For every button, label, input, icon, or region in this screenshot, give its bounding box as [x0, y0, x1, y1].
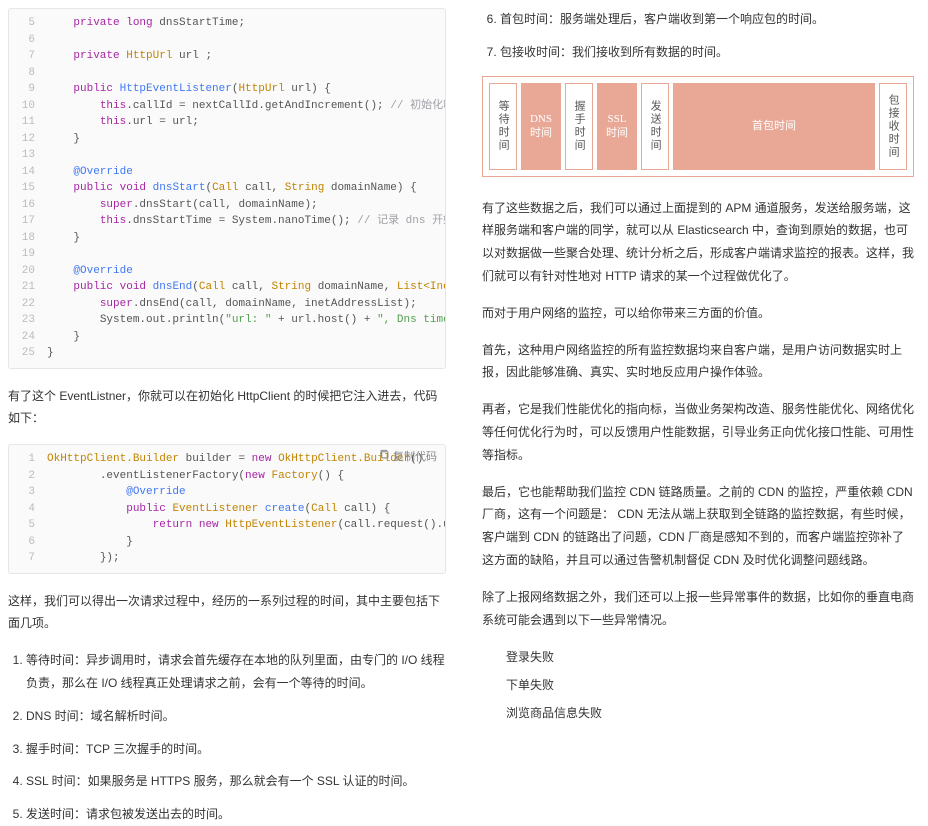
list-item: 等待时间：异步调用时，请求会首先缓存在本地的队列里面，由专门的 I/O 线程负责… [26, 649, 446, 695]
list-item: 握手时间：TCP 三次握手的时间。 [26, 738, 446, 761]
paragraph-between-codes: 有了这个 EventListner，你就可以在初始化 HttpClient 的时… [8, 385, 446, 431]
code-line: 1OkHttpClient.Builder builder = new OkHt… [13, 451, 435, 468]
timing-list-right-top: 首包时间：服务端处理后，客户端收到第一个响应包的时间。包接收时间：我们接收到所有… [482, 8, 914, 64]
copy-code-button[interactable]: 复制代码 [379, 449, 437, 467]
copy-icon [379, 449, 390, 467]
code-block-1: 5 private long dnsStartTime;67 private H… [8, 8, 446, 369]
code-line: 11 this.url = url; [13, 114, 435, 131]
code-line: 6 [13, 32, 435, 49]
code-line: 4 public EventListener create(Call call)… [13, 501, 435, 518]
list-item: 包接收时间：我们接收到所有数据的时间。 [500, 41, 914, 64]
code-line: 19 [13, 246, 435, 263]
code-line: 18 } [13, 230, 435, 247]
diagram-cell: 包接收时间 [879, 83, 907, 170]
diagram-cell: DNS时间 [521, 83, 561, 170]
paragraph: 最后，它也能帮助我们监控 CDN 链路质量。之前的 CDN 的监控，严重依赖 C… [482, 481, 914, 572]
list-item: 首包时间：服务端处理后，客户端收到第一个响应包的时间。 [500, 8, 914, 31]
paragraph: 有了这些数据之后，我们可以通过上面提到的 APM 通道服务，发送给服务端，这样服… [482, 197, 914, 288]
paragraph: 首先，这种用户网络监控的所有监控数据均来自客户端，是用户访问数据实时上报，因此能… [482, 339, 914, 385]
paragraph: 而对于用户网络的监控，可以给你带来三方面的价值。 [482, 302, 914, 325]
list-item: 登录失败 [506, 645, 914, 669]
code-line: 25} [13, 345, 435, 362]
code-line: 5 private long dnsStartTime; [13, 15, 435, 32]
diagram-cell: SSL时间 [597, 83, 637, 170]
diagram-cell: 发送时间 [641, 83, 669, 170]
code-block-2: 复制代码 1OkHttpClient.Builder builder = new… [8, 444, 446, 574]
paragraph: 除了上报网络数据之外，我们还可以上报一些异常事件的数据，比如你的垂直电商系统可能… [482, 586, 914, 632]
code-line: 5 return new HttpEventListener(call.requ… [13, 517, 435, 534]
code-line: 21 public void dnsEnd(Call call, String … [13, 279, 435, 296]
code-line: 17 this.dnsStartTime = System.nanoTime()… [13, 213, 435, 230]
list-item: 下单失败 [506, 673, 914, 697]
code-line: 10 this.callId = nextCallId.getAndIncrem… [13, 98, 435, 115]
timing-list-left: 等待时间：异步调用时，请求会首先缓存在本地的队列里面，由专门的 I/O 线程负责… [8, 649, 446, 826]
code-line: 7 private HttpUrl url ; [13, 48, 435, 65]
right-column: 首包时间：服务端处理后，客户端收到第一个响应包的时间。包接收时间：我们接收到所有… [464, 0, 928, 665]
diagram-cell: 首包时间 [673, 83, 875, 170]
code-line: 2 .eventListenerFactory(new Factory() { [13, 468, 435, 485]
list-item: 发送时间：请求包被发送出去的时间。 [26, 803, 446, 826]
code-line: 24 } [13, 329, 435, 346]
error-events-list: 登录失败下单失败浏览商品信息失败 [482, 645, 914, 725]
code-line: 23 System.out.println("url: " + url.host… [13, 312, 435, 329]
code-line: 8 [13, 65, 435, 82]
list-item: SSL 时间：如果服务是 HTTPS 服务，那么就会有一个 SSL 认证的时间。 [26, 770, 446, 793]
code-line: 22 super.dnsEnd(call, domainName, inetAd… [13, 296, 435, 313]
timing-diagram: 等待时间DNS时间握手时间SSL时间发送时间首包时间包接收时间 [482, 76, 914, 177]
code-line: 12 } [13, 131, 435, 148]
code-line: 3 @Override [13, 484, 435, 501]
code-line: 15 public void dnsStart(Call call, Strin… [13, 180, 435, 197]
code-line: 7 }); [13, 550, 435, 567]
copy-code-label: 复制代码 [393, 450, 437, 467]
diagram-cell: 等待时间 [489, 83, 517, 170]
code-line: 9 public HttpEventListener(HttpUrl url) … [13, 81, 435, 98]
list-item: 浏览商品信息失败 [506, 701, 914, 725]
left-column: 5 private long dnsStartTime;67 private H… [0, 0, 464, 665]
code-line: 16 super.dnsStart(call, domainName); [13, 197, 435, 214]
code-line: 13 [13, 147, 435, 164]
code-line: 6 } [13, 534, 435, 551]
paragraph-after-code2: 这样，我们可以得出一次请求过程中，经历的一系列过程的时间，其中主要包括下面几项。 [8, 590, 446, 636]
paragraph: 再者，它是我们性能优化的指向标，当做业务架构改造、服务性能优化、网络优化等任何优… [482, 398, 914, 466]
list-item: DNS 时间：域名解析时间。 [26, 705, 446, 728]
diagram-cell: 握手时间 [565, 83, 593, 170]
code-line: 14 @Override [13, 164, 435, 181]
code-line: 20 @Override [13, 263, 435, 280]
